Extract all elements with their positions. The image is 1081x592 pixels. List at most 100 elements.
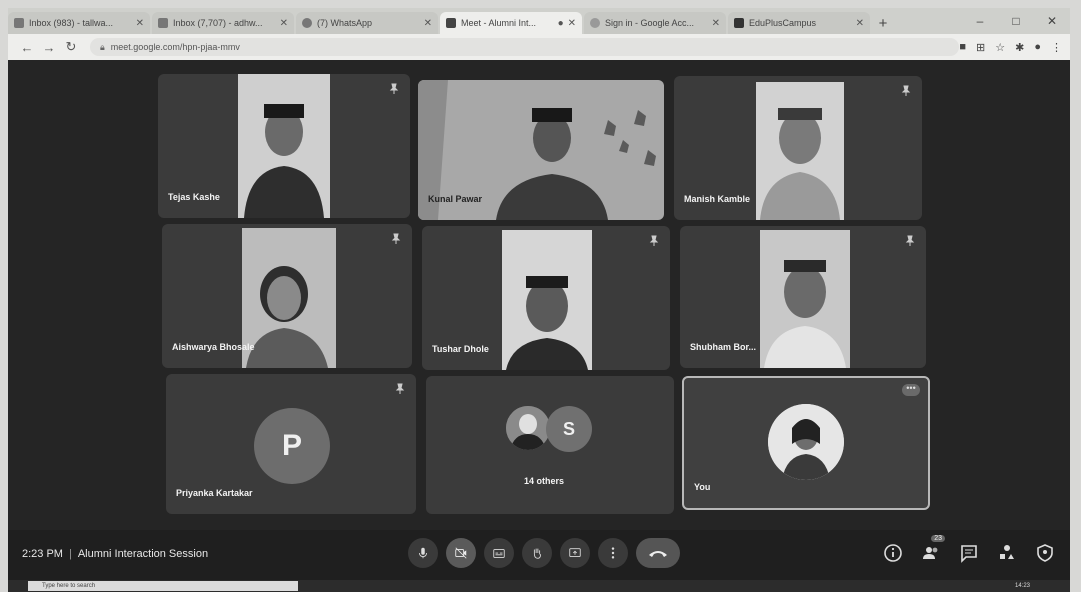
participant-tile[interactable]: Tushar Dhole xyxy=(422,226,670,370)
captions-button[interactable] xyxy=(484,538,514,568)
os-taskbar: Type here to search 14:23 xyxy=(8,580,1070,592)
browser-tab[interactable]: (7) WhatsApp ✕ xyxy=(296,12,438,34)
tab-label: EduPlusCampus xyxy=(749,18,817,28)
participant-video xyxy=(242,228,336,368)
browser-tab[interactable]: Sign in - Google Acc... ✕ xyxy=(584,12,726,34)
participant-name: Tushar Dhole xyxy=(432,344,489,354)
pin-icon[interactable] xyxy=(390,232,402,244)
pin-icon[interactable] xyxy=(900,84,912,96)
self-tile[interactable]: ••• You xyxy=(682,376,930,510)
meeting-control-bar: 2:23 PM | Alumni Interaction Session 23 xyxy=(8,530,1070,580)
captions-icon xyxy=(493,549,505,558)
meeting-title: Alumni Interaction Session xyxy=(77,548,209,560)
leave-call-button[interactable] xyxy=(636,538,680,568)
pin-icon[interactable] xyxy=(394,382,406,394)
chat-icon xyxy=(961,545,977,563)
extensions-puzzle-icon[interactable]: ✱ xyxy=(1015,41,1024,54)
bookmark-star-icon[interactable]: ☆ xyxy=(995,41,1005,54)
tab-label: Sign in - Google Acc... xyxy=(605,18,695,28)
browser-tab-active[interactable]: Meet - Alumni Int... ● ✕ xyxy=(440,12,582,34)
google-icon xyxy=(590,18,600,28)
minimize-button[interactable]: – xyxy=(962,14,998,28)
activities-icon xyxy=(1000,545,1014,559)
forward-icon[interactable]: → xyxy=(38,40,60,55)
self-name: You xyxy=(694,482,711,492)
whatsapp-icon xyxy=(302,18,312,28)
microphone-button[interactable] xyxy=(408,538,438,568)
browser-tab[interactable]: Inbox (983) - tallwa... ✕ xyxy=(8,12,150,34)
lock-icon: 🔒︎ xyxy=(100,41,105,52)
camera-status-icon[interactable]: ■ xyxy=(959,41,966,54)
meeting-details-button[interactable] xyxy=(882,542,904,564)
new-tab-button[interactable]: + xyxy=(872,12,894,34)
call-controls xyxy=(408,538,680,568)
participant-name: Aishwarya Bhosale xyxy=(172,342,255,352)
tab-label: Meet - Alumni Int... xyxy=(461,18,537,28)
self-avatar xyxy=(768,404,844,480)
camera-off-icon xyxy=(455,547,467,559)
raise-hand-button[interactable] xyxy=(522,538,552,568)
back-icon[interactable]: ← xyxy=(16,40,38,55)
close-icon[interactable]: ✕ xyxy=(856,18,864,29)
divider: | xyxy=(68,548,72,560)
close-icon[interactable]: ✕ xyxy=(280,18,288,29)
browser-tab-strip: Inbox (983) - tallwa... ✕ Inbox (7,707) … xyxy=(8,8,1070,34)
install-icon[interactable]: ⊞ xyxy=(976,41,985,54)
reload-icon[interactable]: ↻ xyxy=(60,39,82,55)
microphone-icon xyxy=(419,547,427,559)
participant-tile[interactable]: Kunal Pawar xyxy=(418,80,664,220)
participant-video xyxy=(760,230,850,368)
people-button[interactable]: 23 xyxy=(920,535,945,564)
close-icon[interactable]: ✕ xyxy=(136,18,144,29)
pin-icon[interactable] xyxy=(648,234,660,246)
more-options-button[interactable] xyxy=(598,538,628,568)
participant-name: Shubham Bor... xyxy=(690,342,757,352)
app-icon xyxy=(734,18,744,28)
participant-avatar: S xyxy=(546,406,592,452)
close-window-button[interactable]: ✕ xyxy=(1034,14,1070,28)
participant-tile[interactable]: Manish Kamble xyxy=(674,76,922,220)
tab-label: Inbox (7,707) - adhw... xyxy=(173,18,263,28)
window-controls: – □ ✕ xyxy=(962,8,1070,34)
taskbar-clock: 14:23 xyxy=(1014,583,1030,589)
pin-icon[interactable] xyxy=(904,234,916,246)
browser-tab[interactable]: Inbox (7,707) - adhw... ✕ xyxy=(152,12,294,34)
present-icon xyxy=(569,548,581,557)
participant-name: Manish Kamble xyxy=(684,194,751,204)
participant-tile[interactable]: Tejas Kashe xyxy=(158,74,410,218)
participant-tile[interactable]: P Priyanka Kartakar xyxy=(166,374,416,514)
meet-icon xyxy=(446,18,456,28)
tab-label: Inbox (983) - tallwa... xyxy=(29,18,114,28)
meet-stage: Tejas Kashe Kunal Pawar Manish Kamble Ai… xyxy=(8,60,1070,580)
profile-icon[interactable]: ● xyxy=(1034,41,1041,54)
participant-name: Tejas Kashe xyxy=(168,192,220,202)
browser-tab[interactable]: EduPlusCampus ✕ xyxy=(728,12,870,34)
host-controls-button[interactable] xyxy=(1034,542,1056,564)
address-bar: ← → ↻ 🔒︎ meet.google.com/hpn-pjaa-mmv ■ … xyxy=(8,34,1070,60)
hang-up-icon xyxy=(649,551,667,557)
taskbar-search[interactable]: Type here to search xyxy=(28,581,298,591)
camera-button[interactable] xyxy=(446,538,476,568)
menu-dots-icon[interactable]: ⋮ xyxy=(1051,41,1062,54)
chat-button[interactable] xyxy=(958,542,980,564)
close-icon[interactable]: ✕ xyxy=(424,18,432,29)
hand-icon xyxy=(533,548,541,559)
gmail-icon xyxy=(158,18,168,28)
participant-tile-others[interactable]: S 14 others xyxy=(426,376,674,514)
extension-icons: ■ ⊞ ☆ ✱ ● ⋮ xyxy=(959,41,1062,54)
close-icon[interactable]: ✕ xyxy=(568,18,576,29)
info-icon xyxy=(884,544,902,562)
gmail-icon xyxy=(14,18,24,28)
more-options-icon[interactable]: ••• xyxy=(902,384,920,396)
close-icon[interactable]: ✕ xyxy=(712,18,720,29)
activities-button[interactable] xyxy=(996,542,1018,564)
present-screen-button[interactable] xyxy=(560,538,590,568)
url-field[interactable]: 🔒︎ meet.google.com/hpn-pjaa-mmv xyxy=(90,38,960,56)
pin-icon[interactable] xyxy=(388,82,400,94)
participant-tile[interactable]: Aishwarya Bhosale xyxy=(162,224,412,368)
participant-name: Priyanka Kartakar xyxy=(176,488,253,498)
maximize-button[interactable]: □ xyxy=(998,14,1034,28)
people-count-badge: 23 xyxy=(931,535,945,542)
url-text: meet.google.com/hpn-pjaa-mmv xyxy=(110,42,240,52)
participant-tile[interactable]: Shubham Bor... xyxy=(680,226,926,368)
